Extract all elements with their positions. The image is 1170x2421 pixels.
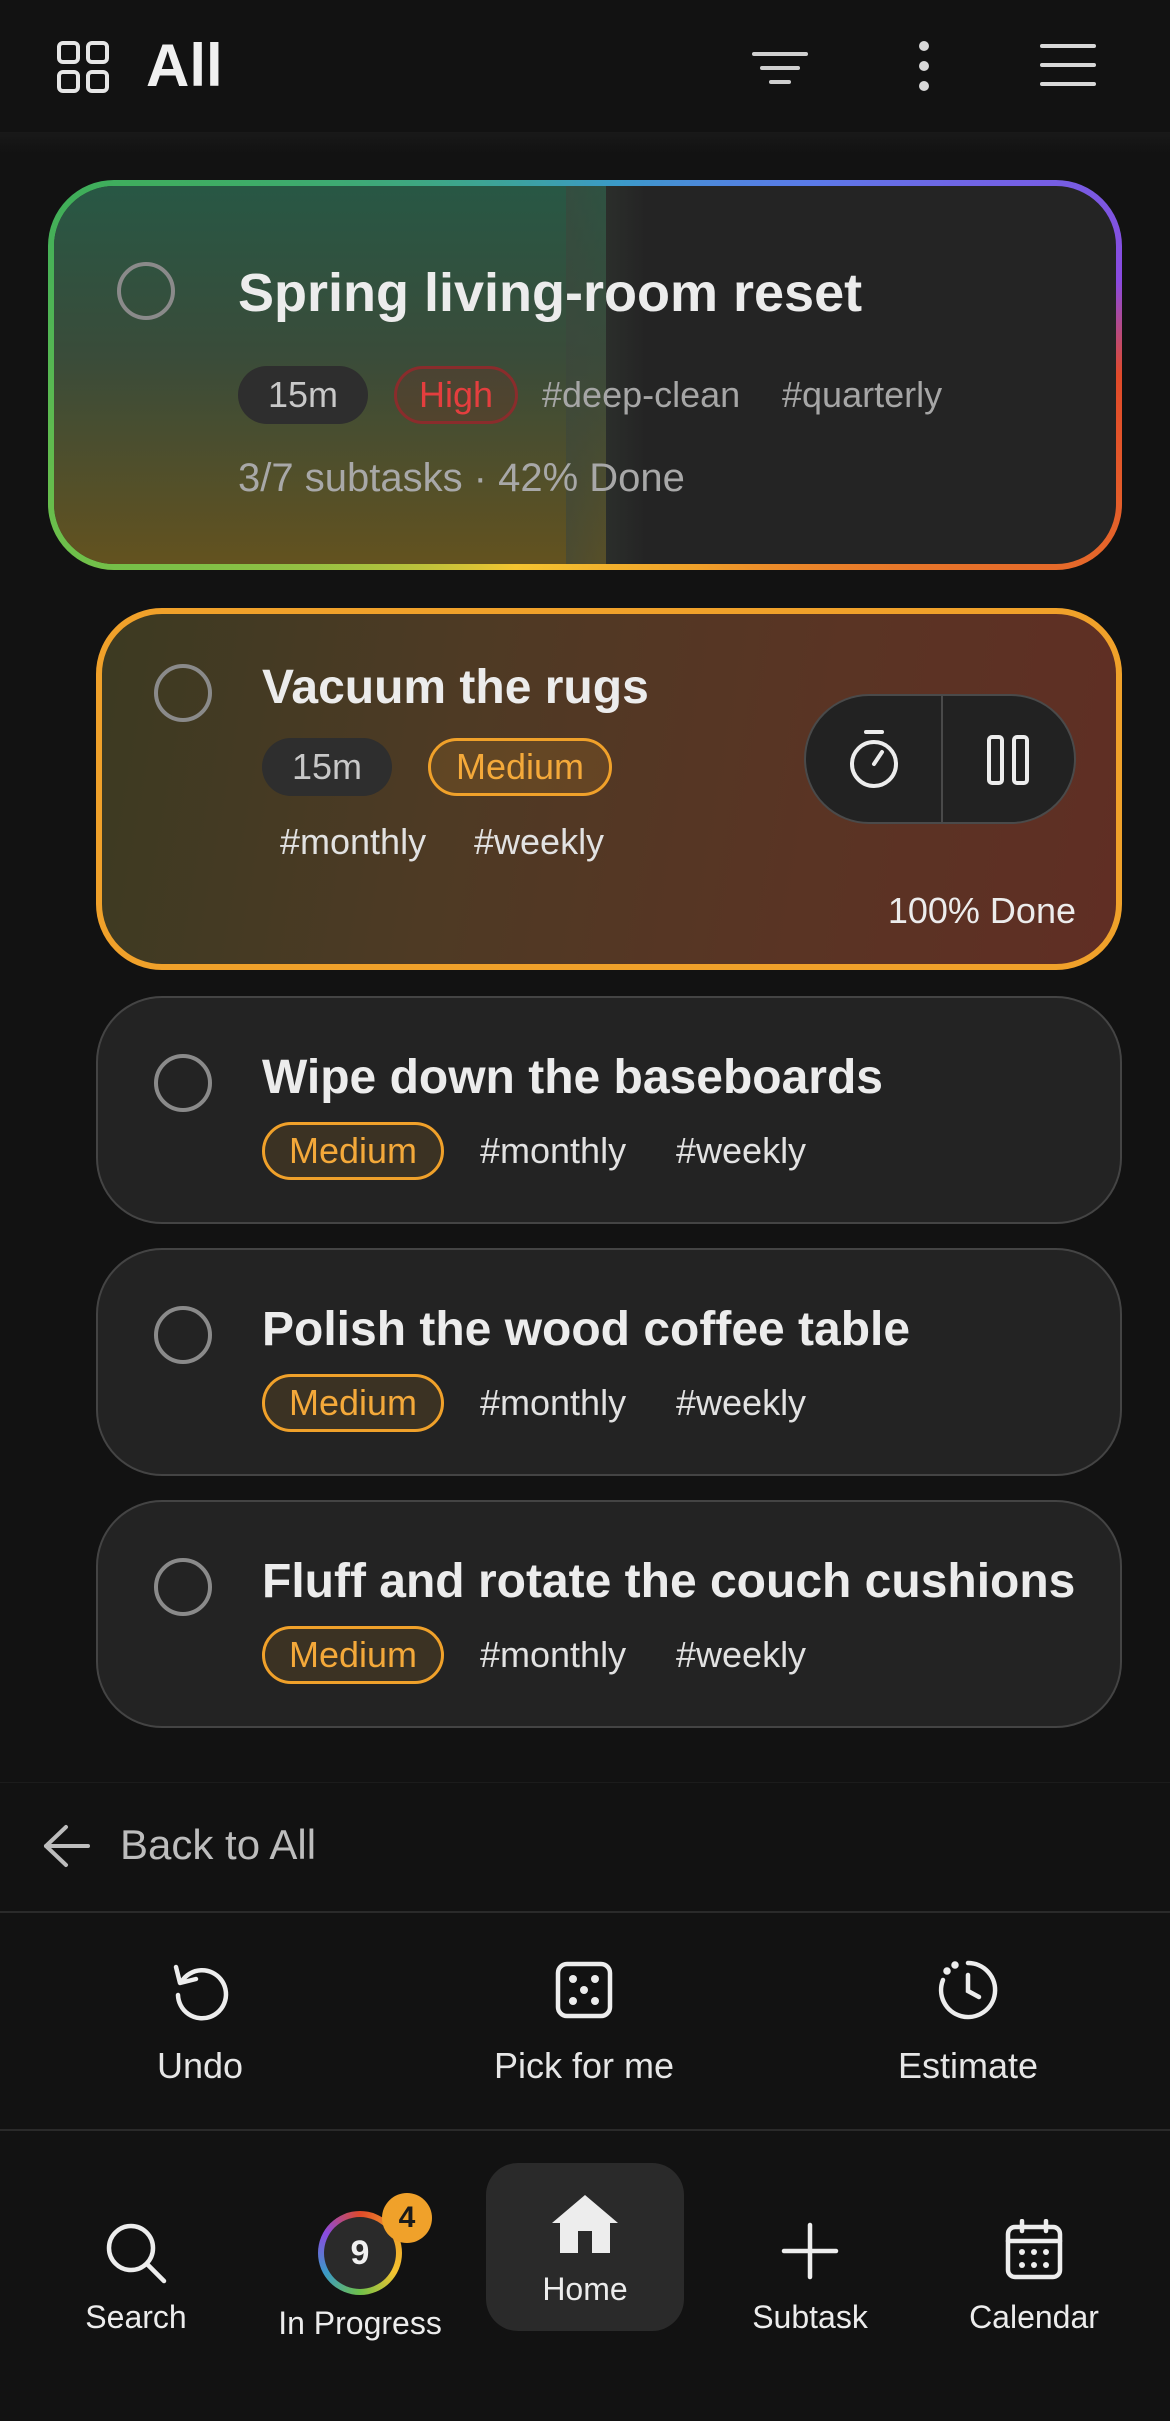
nav-search[interactable]: Search xyxy=(26,2161,246,2335)
parent-progress-text: 3/7 subtasks · 42% Done xyxy=(238,456,685,500)
nav-search-label: Search xyxy=(85,2299,187,2335)
clock-estimate-icon xyxy=(935,1957,1001,2023)
nav-subtask[interactable]: Subtask xyxy=(700,2161,920,2335)
tag-weekly: #weekly xyxy=(676,1634,807,1675)
top-bar: All xyxy=(0,0,1170,132)
subtask-title: Vacuum the rugs xyxy=(262,661,649,714)
search-icon xyxy=(104,2221,168,2285)
priority-chip-medium: Medium xyxy=(428,738,612,796)
subtask-card[interactable] xyxy=(96,1500,1122,1728)
filter-icon[interactable] xyxy=(752,48,808,88)
parent-task-title: Spring living-room reset xyxy=(238,263,863,323)
nav-calendar[interactable]: Calendar xyxy=(924,2161,1144,2335)
estimate-button[interactable]: Estimate xyxy=(818,1913,1118,2129)
tag-weekly: #weekly xyxy=(676,1382,807,1423)
subtask-checkbox[interactable] xyxy=(154,1054,212,1112)
undo-label: Undo xyxy=(156,2045,244,2086)
tag-monthly: #monthly xyxy=(280,821,427,862)
subtask-title: Wipe down the baseboards xyxy=(262,1051,883,1104)
tag-deep-clean: #deep-clean xyxy=(542,374,741,415)
subtask-card[interactable] xyxy=(96,996,1122,1224)
priority-chip-high: High xyxy=(394,366,518,424)
parent-task-checkbox[interactable] xyxy=(117,262,175,320)
in-progress-badge: 4 xyxy=(382,2193,432,2243)
tag-weekly: #weekly xyxy=(474,821,605,862)
duration-chip: 15m xyxy=(238,366,368,424)
nav-home-label: Home xyxy=(542,2271,628,2307)
bottom-nav: Search 9 4 In Progress Home Subtask Cale… xyxy=(0,2131,1170,2421)
tag-weekly: #weekly xyxy=(676,1130,807,1171)
tag-monthly: #monthly xyxy=(480,1382,627,1423)
priority-chip-medium: Medium xyxy=(262,1626,444,1684)
tag-monthly: #monthly xyxy=(480,1130,627,1171)
duration-chip: 15m xyxy=(262,738,392,796)
subtask-card[interactable] xyxy=(96,1248,1122,1476)
priority-chip-medium: Medium xyxy=(262,1374,444,1432)
nav-calendar-label: Calendar xyxy=(969,2299,1099,2335)
subtask-title: Fluff and rotate the couch cushions xyxy=(262,1555,1076,1608)
calendar-icon xyxy=(1004,2219,1064,2281)
plus-icon xyxy=(780,2221,840,2281)
subtask-checkbox[interactable] xyxy=(154,664,212,722)
home-icon xyxy=(550,2193,620,2255)
subtask-status: 100% Done xyxy=(887,890,1076,931)
tag-quarterly: #quarterly xyxy=(782,374,943,415)
estimate-label: Estimate xyxy=(897,2045,1039,2086)
pick-for-me-button[interactable]: Pick for me xyxy=(434,1913,734,2129)
undo-button[interactable]: Undo xyxy=(50,1913,350,2129)
pause-icon[interactable] xyxy=(986,734,1030,786)
top-bar-shadow xyxy=(0,132,1170,154)
dice-icon xyxy=(555,1961,613,2019)
stopwatch-icon[interactable] xyxy=(846,728,902,790)
nav-in-progress[interactable]: 9 4 In Progress xyxy=(250,2161,470,2341)
menu-icon[interactable] xyxy=(1040,42,1096,88)
arrow-left-icon[interactable] xyxy=(42,1823,92,1869)
back-to-all-link[interactable]: Back to All xyxy=(120,1821,316,1869)
subtask-title: Polish the wood coffee table xyxy=(262,1303,911,1356)
tag-monthly: #monthly xyxy=(480,1634,627,1675)
pick-for-me-label: Pick for me xyxy=(493,2045,675,2086)
page-title: All xyxy=(146,32,223,99)
undo-icon xyxy=(168,1959,232,2023)
actions-row: Undo Pick for me Estimate xyxy=(0,1913,1170,2129)
subtask-checkbox[interactable] xyxy=(154,1306,212,1364)
grid-icon[interactable] xyxy=(56,40,110,94)
subtask-checkbox[interactable] xyxy=(154,1558,212,1616)
back-bar[interactable]: Back to All xyxy=(0,1782,1170,1912)
nav-in-progress-label: In Progress xyxy=(278,2305,442,2341)
nav-home[interactable]: Home xyxy=(486,2163,684,2331)
more-vertical-icon[interactable] xyxy=(914,40,934,92)
priority-chip-medium: Medium xyxy=(262,1122,444,1180)
timer-controls xyxy=(804,694,1076,824)
nav-subtask-label: Subtask xyxy=(752,2299,868,2335)
